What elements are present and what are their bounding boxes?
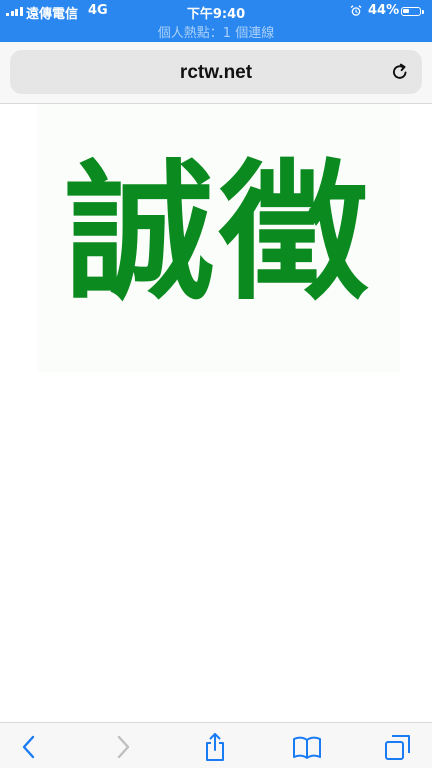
address-bar-area: rctw.net [0, 42, 432, 104]
chevron-right-icon [117, 735, 130, 759]
logo-text: 誠徵 [64, 147, 373, 321]
bookmarks-button[interactable] [292, 732, 322, 762]
open-book-icon [293, 736, 321, 759]
safari-screen: 遠傳電信 4G 下午9:40 44% 個人熱點：1 個連線 rctw.net 誠… [0, 0, 432, 768]
bottom-toolbar [0, 722, 432, 768]
chevron-left-icon [22, 735, 35, 759]
battery-percentage: 44% [368, 3, 400, 18]
reload-icon[interactable] [390, 62, 410, 82]
tabs-icon [385, 735, 410, 760]
alarm-clock-icon [350, 5, 362, 16]
back-button[interactable] [14, 732, 44, 762]
battery-icon [401, 7, 421, 16]
url-text[interactable]: rctw.net [10, 62, 422, 84]
forward-button[interactable] [108, 732, 138, 762]
status-bar: 遠傳電信 4G 下午9:40 44% 個人熱點：1 個連線 [0, 0, 432, 42]
battery-cap [422, 10, 424, 14]
page-image: 誠徵 [38, 104, 400, 372]
share-icon [206, 733, 224, 761]
share-button[interactable] [200, 732, 230, 762]
status-row: 遠傳電信 4G 下午9:40 44% [0, 2, 432, 22]
hotspot-indicator[interactable]: 個人熱點：1 個連線 [0, 22, 432, 41]
battery-level [403, 9, 409, 13]
tabs-button[interactable] [383, 732, 413, 762]
address-bar[interactable]: rctw.net [10, 50, 422, 94]
